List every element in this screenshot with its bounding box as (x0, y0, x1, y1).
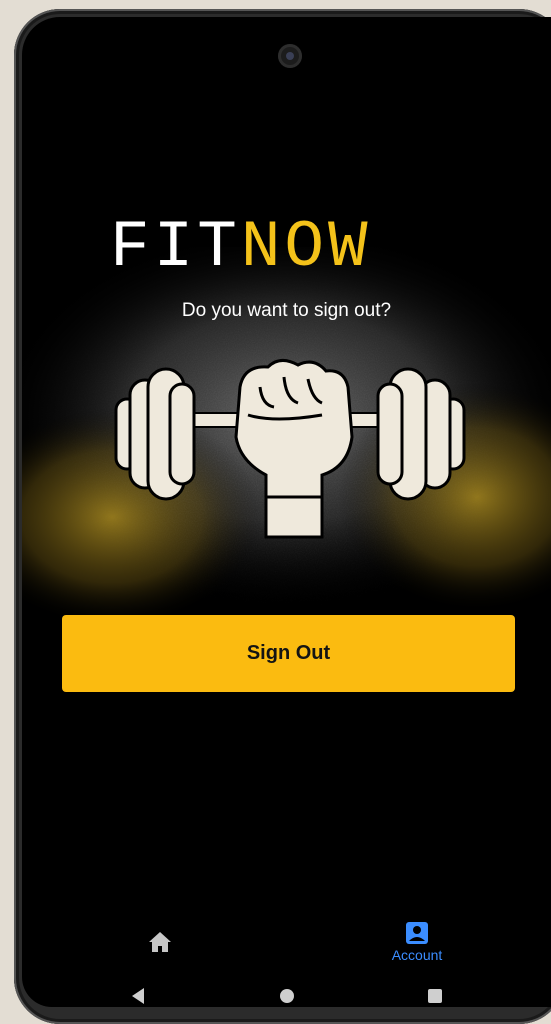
back-icon[interactable] (130, 987, 146, 1005)
nav-account-label: Account (391, 947, 443, 963)
logo-text-now: NOW (240, 210, 372, 285)
home-circle-icon[interactable] (280, 989, 294, 1003)
account-icon (406, 922, 428, 944)
sign-out-prompt: Do you want to sign out? (181, 300, 392, 321)
logo-text-fit: FIT (110, 210, 241, 285)
system-navigation-bar (22, 985, 551, 1007)
nav-item-home[interactable] (140, 927, 180, 957)
fitnow-logo: FITNOW (110, 215, 470, 281)
home-icon (149, 932, 171, 952)
nav-item-account[interactable]: Account (380, 917, 454, 967)
recents-icon[interactable] (428, 989, 442, 1003)
app-screen: FITNOW Do you want to sign out? Sign Out… (22, 17, 551, 1007)
sign-out-button[interactable]: Sign Out (62, 615, 515, 692)
bottom-navigation: Account (22, 917, 551, 977)
front-camera (278, 44, 302, 68)
